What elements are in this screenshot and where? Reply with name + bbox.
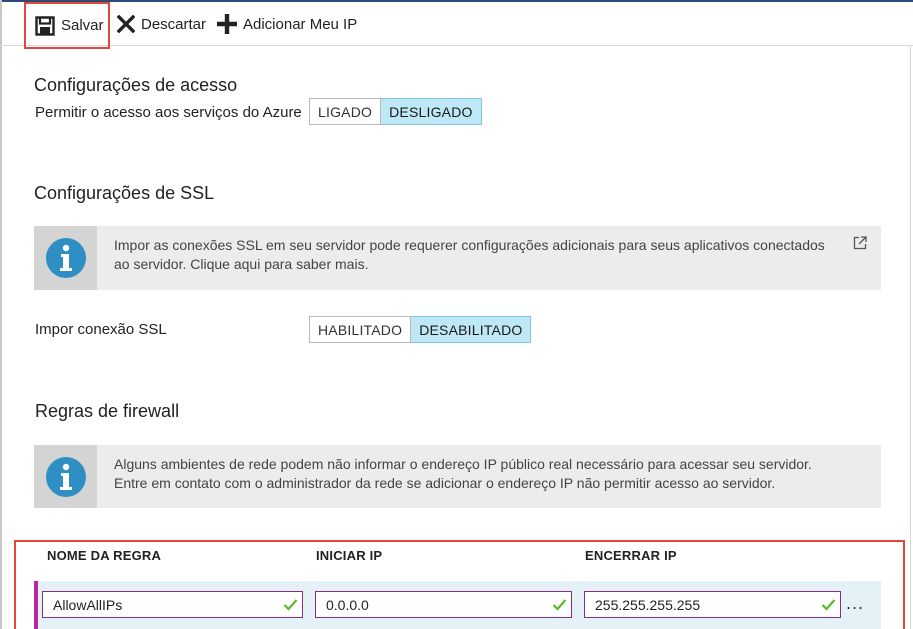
azure-access-toggle: LIGADO DESLIGADO — [309, 98, 482, 125]
rule-name-field[interactable]: AllowAllIPs — [42, 591, 303, 618]
row-selection-marker — [34, 581, 38, 629]
save-button[interactable]: Salvar — [24, 2, 110, 49]
info-icon — [45, 238, 86, 278]
access-settings-title: Configurações de acesso — [34, 75, 238, 95]
plus-icon — [217, 14, 237, 34]
ssl-info-text: Impor as conexões SSL em seu servidor po… — [114, 237, 825, 272]
azure-access-on-option[interactable]: LIGADO — [309, 98, 382, 125]
right-divider — [910, 46, 911, 629]
firewall-info-banner: Alguns ambientes de rede podem não infor… — [34, 445, 881, 508]
discard-button[interactable]: Descartar — [117, 2, 206, 46]
checkmark-icon — [821, 599, 836, 611]
column-header-start-ip: INICIAR IP — [316, 548, 383, 563]
firewall-rules-title: Regras de firewall — [35, 401, 180, 421]
ssl-settings-title: Configurações de SSL — [34, 183, 215, 203]
info-icon-cell — [34, 445, 97, 508]
row-more-options-button[interactable]: ... — [846, 593, 864, 614]
left-divider — [0, 0, 2, 629]
end-ip-value: 255.255.255.255 — [595, 596, 701, 613]
column-header-rule-name: NOME DA REGRA — [47, 548, 162, 563]
end-ip-field[interactable]: 255.255.255.255 — [584, 591, 841, 618]
info-icon — [45, 456, 86, 497]
external-link-icon[interactable] — [853, 236, 867, 250]
close-icon — [117, 15, 135, 33]
azure-access-off-option[interactable]: DESLIGADO — [381, 98, 482, 125]
enforce-ssl-toggle: HABILITADO DESABILITADO — [309, 316, 532, 343]
save-button-label: Salvar — [61, 17, 104, 34]
ssl-info-banner[interactable]: Impor as conexões SSL em seu servidor po… — [34, 226, 881, 290]
add-my-ip-button-label: Adicionar Meu IP — [243, 15, 358, 33]
start-ip-value: 0.0.0.0 — [326, 596, 369, 613]
firewall-info-text: Alguns ambientes de rede podem não infor… — [114, 456, 812, 491]
add-my-ip-button[interactable]: Adicionar Meu IP — [217, 2, 357, 46]
checkmark-icon — [552, 599, 567, 611]
ssl-disabled-option[interactable]: DESABILITADO — [411, 316, 532, 343]
ssl-enabled-option[interactable]: HABILITADO — [309, 316, 412, 343]
enforce-ssl-label: Impor conexão SSL — [35, 321, 167, 338]
command-bar: Salvar Descartar Adicionar Meu IP — [0, 2, 913, 49]
save-icon — [35, 15, 55, 36]
rule-name-value: AllowAllIPs — [53, 596, 123, 613]
info-icon-cell — [34, 226, 97, 290]
start-ip-field[interactable]: 0.0.0.0 — [315, 591, 572, 618]
discard-button-label: Descartar — [141, 15, 207, 33]
column-header-end-ip: ENCERRAR IP — [585, 548, 677, 563]
azure-access-label: Permitir o acesso aos serviços do Azure — [35, 104, 302, 121]
checkmark-icon — [283, 599, 298, 611]
